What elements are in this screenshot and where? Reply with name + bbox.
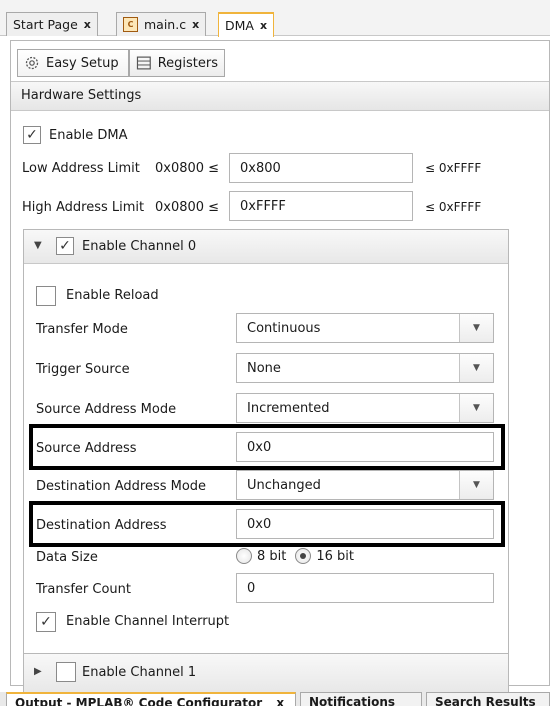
tab-output[interactable]: Output - MPLAB® Code Configurator x	[6, 692, 296, 706]
data-size-16bit-label: 16 bit	[316, 548, 355, 564]
tab-label: Start Page	[13, 17, 78, 32]
expand-triangle-icon[interactable]: ▶	[34, 666, 42, 677]
output-tab-bar: Output - MPLAB® Code Configurator x Noti…	[0, 692, 550, 706]
enable-dma-label: Enable DMA	[49, 127, 128, 143]
transfer-count-input[interactable]: 0	[236, 573, 494, 603]
easy-setup-label: Easy Setup	[46, 55, 119, 71]
source-address-highlight-box	[29, 424, 505, 470]
destination-address-mode-select[interactable]: Unchanged ▼	[236, 470, 494, 500]
chevron-down-icon[interactable]: ▼	[459, 314, 493, 342]
data-size-16bit-radio[interactable]	[295, 548, 312, 564]
close-icon[interactable]: x	[260, 19, 267, 32]
collapse-triangle-icon[interactable]: ▼	[34, 240, 42, 251]
dma-editor-panel: Easy Setup Registers Hardware Settings ✓…	[10, 40, 550, 693]
low-limit-suffix: ≤ 0xFFFF	[425, 161, 482, 175]
high-limit-prefix: 0x0800 ≤	[155, 200, 220, 215]
enable-dma-row: ✓ Enable DMA	[23, 126, 128, 144]
trigger-source-select[interactable]: None ▼	[236, 353, 494, 383]
close-icon[interactable]: x	[84, 18, 91, 31]
enable-channel-1-checkbox[interactable]	[56, 662, 76, 682]
channel-1-header-label: Enable Channel 1	[82, 665, 197, 680]
tab-label: main.c	[144, 17, 187, 32]
data-size-radio-group: 8 bit 16 bit	[236, 548, 354, 564]
registers-label: Registers	[157, 55, 218, 71]
input-value: 0	[247, 580, 256, 596]
chevron-down-icon[interactable]: ▼	[459, 394, 493, 422]
enable-reload-label: Enable Reload	[66, 288, 159, 303]
tab-search-results[interactable]: Search Results	[426, 692, 550, 706]
transfer-mode-select[interactable]: Continuous ▼	[236, 313, 494, 343]
close-icon[interactable]: x	[192, 18, 199, 31]
data-size-label: Data Size	[36, 550, 98, 565]
select-value: Continuous	[247, 320, 321, 336]
input-value: 0x800	[240, 160, 281, 176]
data-size-8bit-radio[interactable]	[236, 548, 252, 564]
low-limit-prefix: 0x0800 ≤	[155, 161, 220, 176]
low-limit-label: Low Address Limit	[22, 161, 140, 176]
easy-setup-button[interactable]: Easy Setup	[17, 49, 129, 77]
channel-0-header-label: Enable Channel 0	[82, 239, 197, 254]
registers-button[interactable]: Registers	[129, 49, 225, 77]
c-file-icon: C	[123, 17, 138, 32]
select-value: Unchanged	[247, 477, 321, 493]
tab-notifications[interactable]: Notifications	[300, 692, 422, 706]
mode-toolbar: Easy Setup Registers	[11, 41, 549, 81]
section-title: Hardware Settings	[21, 88, 142, 103]
destination-address-highlight-box	[29, 501, 505, 547]
channel-1-header[interactable]: ▶ Enable Channel 1	[23, 653, 509, 693]
source-address-mode-select[interactable]: Incremented ▼	[236, 393, 494, 423]
enable-channel-interrupt-label: Enable Channel Interrupt	[66, 614, 230, 629]
close-icon[interactable]: x	[276, 696, 284, 706]
tab-label: DMA	[225, 18, 254, 33]
low-address-limit-input[interactable]: 0x800	[229, 153, 413, 183]
destination-address-mode-label: Destination Address Mode	[36, 479, 207, 494]
enable-dma-checkbox[interactable]: ✓	[23, 126, 41, 144]
channel-0-panel: ▼ ✓ Enable Channel 0 Enable Reload Trans…	[23, 229, 509, 661]
data-size-8bit-label: 8 bit	[257, 548, 287, 564]
select-value: None	[247, 360, 281, 376]
trigger-source-label: Trigger Source	[36, 362, 130, 377]
tab-dma[interactable]: DMA x	[218, 12, 275, 37]
hardware-settings-header: Hardware Settings	[11, 81, 549, 111]
document-tab-bar: Start Page x C main.c x DMA x	[0, 0, 550, 37]
enable-reload-checkbox[interactable]	[36, 286, 56, 306]
tab-label: Search Results	[435, 695, 536, 706]
gear-icon	[25, 56, 39, 70]
tab-main-c[interactable]: C main.c x	[116, 12, 207, 36]
list-icon	[136, 56, 151, 70]
chevron-down-icon[interactable]: ▼	[459, 354, 493, 382]
transfer-count-label: Transfer Count	[36, 582, 132, 597]
high-limit-suffix: ≤ 0xFFFF	[425, 200, 482, 214]
chevron-down-icon[interactable]: ▼	[459, 471, 493, 499]
tab-label: Notifications	[309, 695, 396, 706]
tab-start-page[interactable]: Start Page x	[6, 12, 98, 36]
input-value: 0xFFFF	[240, 198, 286, 214]
select-value: Incremented	[247, 400, 330, 416]
enable-channel-interrupt-checkbox[interactable]: ✓	[36, 612, 56, 632]
high-address-limit-input[interactable]: 0xFFFF	[229, 191, 413, 221]
transfer-mode-label: Transfer Mode	[36, 322, 128, 337]
tab-label: Output - MPLAB® Code Configurator	[15, 696, 263, 706]
source-address-mode-label: Source Address Mode	[36, 402, 177, 417]
high-limit-label: High Address Limit	[22, 200, 145, 215]
enable-channel-0-checkbox[interactable]: ✓	[56, 237, 74, 255]
channel-0-header[interactable]: ▼ ✓ Enable Channel 0	[24, 230, 508, 264]
